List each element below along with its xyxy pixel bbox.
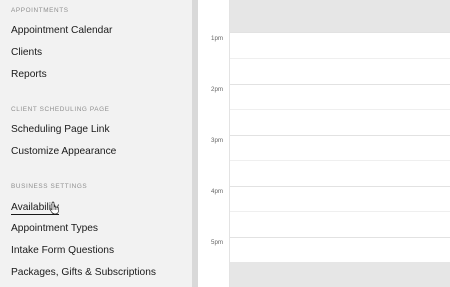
hour-line	[230, 135, 450, 136]
unavailable-block-bottom	[230, 262, 450, 287]
nav-item-packages-gifts-subscriptions[interactable]: Packages, Gifts & Subscriptions	[11, 267, 156, 278]
hour-line	[230, 32, 450, 33]
nav-item-customize-appearance[interactable]: Customize Appearance	[11, 146, 116, 157]
half-hour-line	[230, 211, 450, 212]
time-label-1pm: 1pm	[211, 35, 224, 42]
half-hour-line	[230, 109, 450, 110]
section-label-business-settings: BUSINESS SETTINGS	[11, 183, 88, 190]
nav-item-clients[interactable]: Clients	[11, 47, 42, 58]
time-label-3pm: 3pm	[211, 137, 224, 144]
nav-item-appointment-types[interactable]: Appointment Types	[11, 223, 98, 234]
nav-item-reports[interactable]: Reports	[11, 69, 47, 80]
calendar-day-column[interactable]	[230, 0, 450, 287]
nav-item-appointment-calendar[interactable]: Appointment Calendar	[11, 25, 112, 36]
hour-line	[230, 186, 450, 187]
half-hour-line	[230, 58, 450, 59]
nav-item-intake-form-questions[interactable]: Intake Form Questions	[11, 245, 114, 256]
time-column: 1pm 2pm 3pm 4pm 5pm	[198, 0, 230, 287]
nav-item-scheduling-page-link[interactable]: Scheduling Page Link	[11, 124, 110, 135]
hand-pointer-cursor-icon	[49, 201, 59, 215]
time-label-2pm: 2pm	[211, 86, 224, 93]
section-label-client-scheduling-page: CLIENT SCHEDULING PAGE	[11, 106, 110, 113]
hour-line	[230, 237, 450, 238]
section-label-appointments: APPOINTMENTS	[11, 7, 69, 14]
unavailable-block-top	[230, 0, 450, 32]
half-hour-line	[230, 160, 450, 161]
calendar-grid: 1pm 2pm 3pm 4pm 5pm	[198, 0, 450, 287]
hour-line	[230, 84, 450, 85]
sidebar: APPOINTMENTS Appointment Calendar Client…	[0, 0, 192, 287]
time-label-4pm: 4pm	[211, 188, 224, 195]
time-label-5pm: 5pm	[211, 239, 224, 246]
